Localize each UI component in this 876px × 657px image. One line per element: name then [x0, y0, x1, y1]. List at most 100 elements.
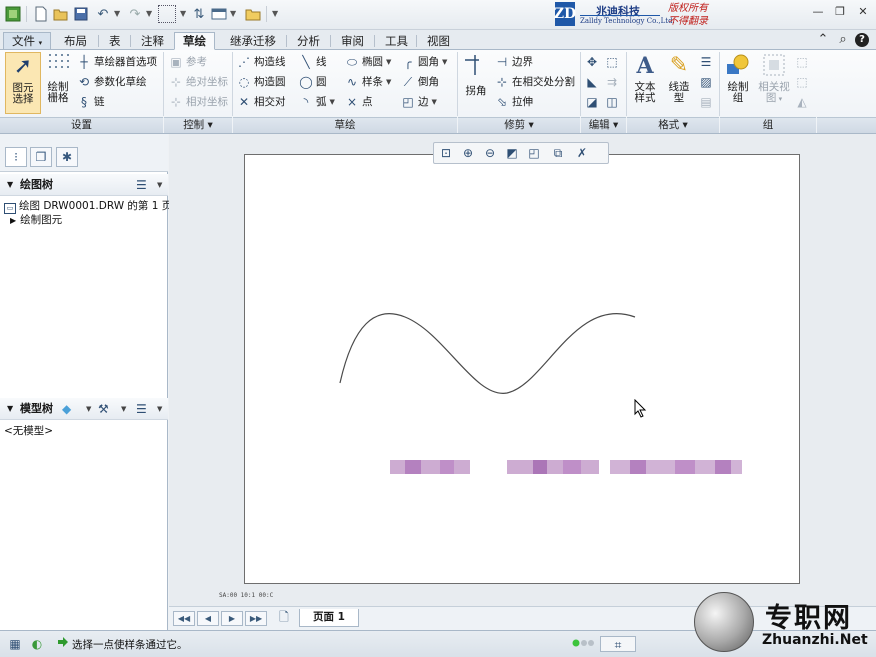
tab-tools[interactable]: 工具	[376, 32, 417, 50]
repaint-icon[interactable]: ◩	[503, 145, 521, 162]
fillet-button[interactable]: ╭ 圆角 ▼	[400, 53, 447, 71]
drawing-sheet[interactable]	[244, 154, 800, 584]
tools-dropdown-icon[interactable]: ▼	[121, 398, 126, 420]
first-page-button[interactable]: ◀◀	[173, 611, 195, 626]
stretch-button[interactable]: ⬂ 拉伸	[494, 93, 533, 111]
copy-icon[interactable]: ◫	[604, 94, 620, 110]
mirror-icon[interactable]: ⇉	[604, 74, 620, 90]
scale-icon[interactable]: ◪	[584, 94, 600, 110]
intersect-button[interactable]: ✕ 相交对	[236, 93, 286, 111]
tab-review[interactable]: 审阅	[332, 32, 373, 50]
search-icon[interactable]: ⌕	[835, 32, 851, 47]
favorites-tab-icon[interactable]: ✱	[56, 147, 78, 167]
edge-button[interactable]: ◰ 边 ▼	[400, 93, 437, 111]
boundary-button[interactable]: ⊣ 边界	[494, 53, 533, 71]
point-button[interactable]: × 点	[344, 93, 373, 111]
tab-legacy-migration[interactable]: 继承迁移	[221, 32, 285, 50]
line-style-list-icon[interactable]: ☰	[698, 54, 714, 70]
layer-icon[interactable]: ▤	[698, 94, 714, 110]
expand-icon[interactable]: ▶	[10, 216, 16, 225]
display-style-icon[interactable]: ◰	[525, 145, 543, 162]
spline-button[interactable]: ∿ 样条 ▼	[344, 73, 391, 91]
sheet-settings-icon[interactable]: ⧉	[549, 145, 567, 162]
reference-button[interactable]: ▣ 参考	[168, 53, 207, 71]
open-icon[interactable]	[52, 5, 70, 23]
split-at-intersection-button[interactable]: ⊹ 在相交处分割	[494, 73, 575, 91]
group-remove-icon[interactable]: ⬚	[794, 74, 810, 90]
model-tree-header[interactable]: ▼ 模型树 ◆ ▼ ⚒ ▼ ☰ ▼	[0, 398, 168, 420]
datum-display-icon[interactable]: ✗	[573, 145, 591, 162]
tools-icon[interactable]: ⚒	[98, 401, 109, 417]
move-icon[interactable]: ✥	[584, 54, 600, 70]
draw-grid-button[interactable]: 绘制 栅格	[43, 52, 73, 114]
text-style-button[interactable]: A 文本 样式	[630, 52, 660, 114]
sketcher-preferences-button[interactable]: ┼ 草绘器首选项	[76, 53, 157, 71]
previous-page-button[interactable]: ◀	[197, 611, 219, 626]
minimize-button[interactable]: —	[810, 5, 826, 21]
transform-icon[interactable]: ⬚	[604, 54, 620, 70]
tab-view[interactable]: 视图	[418, 32, 459, 50]
rotate-icon[interactable]: ◣	[584, 74, 600, 90]
model-tree-settings-dropdown-icon[interactable]: ▼	[157, 398, 162, 420]
line-style-button[interactable]: ✎ 线造型	[664, 52, 694, 114]
new-page-icon[interactable]: 🗋	[273, 611, 295, 626]
help-icon[interactable]: ?	[855, 33, 869, 47]
group-settings-icon[interactable]: ◭	[794, 94, 810, 110]
close-button[interactable]: ✕	[855, 5, 871, 21]
group-label-control[interactable]: 控制 ▾	[164, 117, 232, 133]
undo-icon[interactable]: ↶	[94, 5, 112, 23]
tab-file[interactable]: 文件 ▾	[3, 32, 52, 50]
circle-button[interactable]: ◯ 圆	[298, 73, 326, 91]
related-view-button[interactable]: 相关视图 ▾	[756, 52, 792, 114]
parametric-sketch-button[interactable]: ⟲ 参数化草绘	[76, 73, 147, 91]
group-label-trim[interactable]: 修剪 ▾	[458, 117, 580, 133]
tab-sketch[interactable]: 草绘	[174, 32, 215, 50]
tab-analysis[interactable]: 分析	[288, 32, 329, 50]
model-display-dropdown-icon[interactable]: ▼	[86, 398, 91, 420]
last-page-button[interactable]: ▶▶	[245, 611, 267, 626]
construction-circle-button[interactable]: ◌ 构造圆	[236, 73, 286, 91]
redo-dropdown-icon[interactable]: ▼	[146, 9, 152, 18]
tree-settings-dropdown-icon[interactable]: ▼	[157, 174, 162, 196]
redo-icon[interactable]: ↷	[126, 5, 144, 23]
select-entity-button[interactable]: ➚ 图元 选择	[5, 52, 41, 114]
browser-toggle-icon[interactable]: ◐	[28, 636, 46, 652]
page-tab[interactable]: 页面 1	[299, 609, 359, 627]
construction-line-button[interactable]: ⋰ 构造线	[236, 53, 286, 71]
collapse-icon[interactable]: ▼	[7, 174, 13, 196]
restore-button[interactable]: ❐	[832, 5, 848, 21]
folder-icon[interactable]	[244, 5, 262, 23]
line-button[interactable]: ╲ 线	[298, 53, 326, 71]
zoom-in-icon[interactable]: ⊕	[459, 145, 477, 162]
find-icon[interactable]: ⌗	[600, 636, 636, 652]
undo-dropdown-icon[interactable]: ▼	[114, 9, 120, 18]
model-tree-settings-icon[interactable]: ☰	[136, 401, 147, 417]
hatch-icon[interactable]: ▨	[698, 74, 714, 90]
collapse-ribbon-icon[interactable]: ⌃	[815, 32, 831, 47]
regenerate-icon[interactable]: ⇅	[190, 5, 208, 23]
model-display-icon[interactable]: ◆	[62, 401, 71, 417]
customize-quick-access-icon[interactable]: ▼	[272, 9, 278, 18]
tree-row-sketched-entities[interactable]: ▶ 绘制图元	[10, 212, 62, 227]
folder-browser-tab-icon[interactable]: ❐	[30, 147, 52, 167]
next-page-button[interactable]: ▶	[221, 611, 243, 626]
group-label-format[interactable]: 格式 ▾	[627, 117, 719, 133]
select-box-icon[interactable]	[158, 5, 176, 23]
refit-icon[interactable]: ⊡	[437, 145, 455, 162]
navigator-toggle-icon[interactable]: ▦	[6, 636, 24, 652]
select-dropdown-icon[interactable]: ▼	[180, 9, 186, 18]
new-icon[interactable]	[32, 5, 50, 23]
drawing-tree-header[interactable]: ▼ 绘图树 ☰ ▼	[0, 174, 168, 196]
relative-coords-button[interactable]: ⊹ 相对坐标	[168, 93, 228, 111]
window-dropdown-icon[interactable]: ▼	[230, 9, 236, 18]
tree-view-tab-icon[interactable]: ⁝	[5, 147, 27, 167]
collapse-icon[interactable]: ▼	[7, 398, 13, 420]
tab-table[interactable]: 表	[100, 32, 130, 50]
arc-button[interactable]: ◝ 弧 ▼	[298, 93, 335, 111]
chain-button[interactable]: § 链	[76, 93, 105, 111]
ellipse-button[interactable]: ⬭ 椭圆 ▼	[344, 53, 392, 71]
save-icon[interactable]	[72, 5, 90, 23]
draw-group-button[interactable]: 绘制组	[723, 52, 753, 114]
group-label-edit[interactable]: 编辑 ▾	[581, 117, 626, 133]
zoom-out-icon[interactable]: ⊖	[481, 145, 499, 162]
